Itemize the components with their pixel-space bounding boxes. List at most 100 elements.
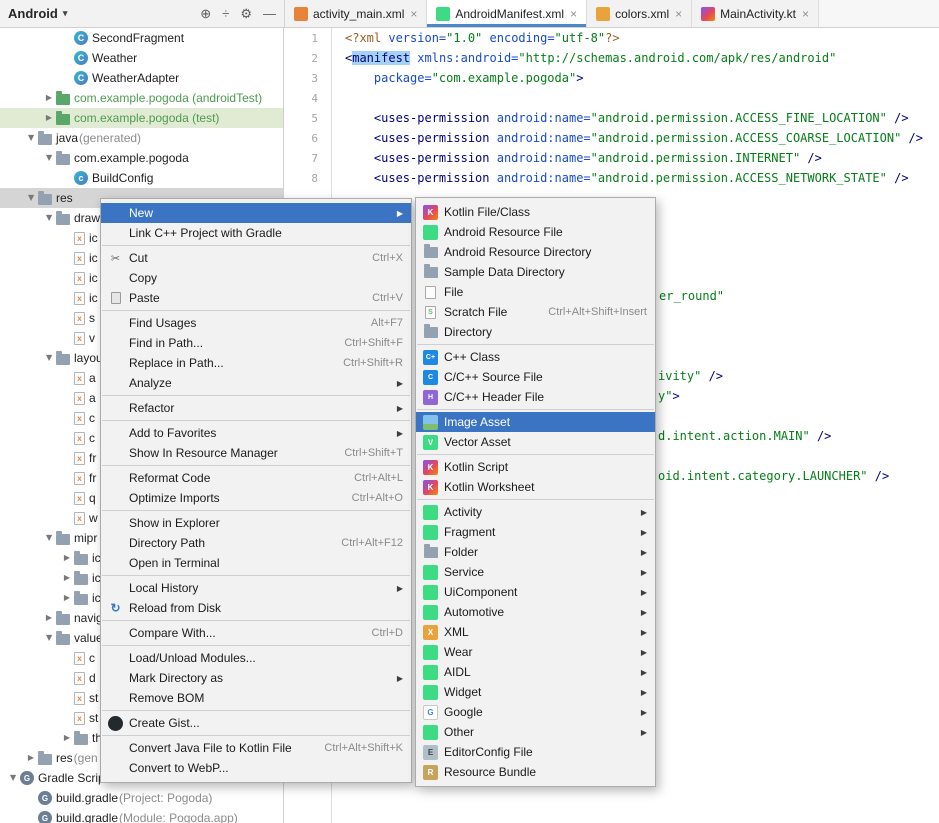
submenu-item-other[interactable]: Other▶ xyxy=(416,722,655,742)
menu-item-convert-java-file-to-kotlin-file[interactable]: Convert Java File to Kotlin FileCtrl+Alt… xyxy=(101,738,411,758)
menu-item-new[interactable]: New▶ xyxy=(101,203,411,223)
tree-item-label: navig xyxy=(74,611,103,625)
menu-item-show-in-resource-manager[interactable]: Show In Resource ManagerCtrl+Shift+T xyxy=(101,443,411,463)
expand-arrow-icon[interactable]: ▶ xyxy=(24,754,38,762)
tab-close-icon[interactable]: × xyxy=(675,7,682,21)
submenu-item-sample-data-directory[interactable]: Sample Data Directory xyxy=(416,262,655,282)
expand-arrow-icon[interactable]: ▶ xyxy=(60,574,74,582)
submenu-item-widget[interactable]: Widget▶ xyxy=(416,682,655,702)
submenu-item-fragment[interactable]: Fragment▶ xyxy=(416,522,655,542)
project-view-selector[interactable]: Android ▾ xyxy=(8,6,67,21)
menu-item-paste[interactable]: PasteCtrl+V xyxy=(101,288,411,308)
tree-item-label: v xyxy=(89,331,95,345)
submenu-item-c-class[interactable]: C+C++ Class xyxy=(416,347,655,367)
submenu-item-file[interactable]: File xyxy=(416,282,655,302)
submenu-item-scratch-file[interactable]: SScratch FileCtrl+Alt+Shift+Insert xyxy=(416,302,655,322)
submenu-item-editorconfig-file[interactable]: EEditorConfig File xyxy=(416,742,655,762)
submenu-item-c-c-header-file[interactable]: HC/C++ Header File xyxy=(416,387,655,407)
tree-item-java-generated[interactable]: ▶java (generated) xyxy=(0,128,283,148)
tree-item-build-gradle-project-pogoda[interactable]: Gbuild.gradle (Project: Pogoda) xyxy=(0,788,283,808)
menu-item-optimize-imports[interactable]: Optimize ImportsCtrl+Alt+O xyxy=(101,488,411,508)
tree-item-weatheradapter[interactable]: CWeatherAdapter xyxy=(0,68,283,88)
submenu-item-vector-asset[interactable]: VVector Asset xyxy=(416,432,655,452)
submenu-item-kotlin-file-class[interactable]: KKotlin File/Class xyxy=(416,202,655,222)
submenu-item-android-resource-directory[interactable]: Android Resource Directory xyxy=(416,242,655,262)
submenu-item-c-c-source-file[interactable]: CC/C++ Source File xyxy=(416,367,655,387)
tab-close-icon[interactable]: × xyxy=(802,7,809,21)
submenu-item-directory[interactable]: Directory xyxy=(416,322,655,342)
expand-arrow-icon[interactable]: ▶ xyxy=(42,94,56,102)
tree-item-build-gradle-module-pogoda-app[interactable]: Gbuild.gradle (Module: Pogoda.app) xyxy=(0,808,283,823)
collapse-arrow-icon[interactable]: ▶ xyxy=(9,771,17,785)
tree-item-com-example-pogoda-test[interactable]: ▶com.example.pogoda (test) xyxy=(0,108,283,128)
menu-item-compare-with[interactable]: Compare With...Ctrl+D xyxy=(101,623,411,643)
collapse-arrow-icon[interactable]: ▶ xyxy=(45,211,53,225)
submenu-item-activity[interactable]: Activity▶ xyxy=(416,502,655,522)
submenu-item-wear[interactable]: Wear▶ xyxy=(416,642,655,662)
menu-item-reformat-code[interactable]: Reformat CodeCtrl+Alt+L xyxy=(101,468,411,488)
tab-colors-xml[interactable]: colors.xml× xyxy=(587,0,692,27)
submenu-item-uicomponent[interactable]: UiComponent▶ xyxy=(416,582,655,602)
collapse-arrow-icon[interactable]: ▶ xyxy=(45,531,53,545)
menu-item-add-to-favorites[interactable]: Add to Favorites▶ xyxy=(101,423,411,443)
menu-item-find-usages[interactable]: Find UsagesAlt+F7 xyxy=(101,313,411,333)
collapse-arrow-icon[interactable]: ▶ xyxy=(27,131,35,145)
collapse-all-icon[interactable]: ÷ xyxy=(222,7,229,20)
code-fragment: ivity" /> xyxy=(658,366,723,386)
submenu-item-image-asset[interactable]: Image Asset xyxy=(416,412,655,432)
submenu-item-automotive[interactable]: Automotive▶ xyxy=(416,602,655,622)
tab-activity-main-xml[interactable]: activity_main.xml× xyxy=(285,0,427,27)
menu-item-remove-bom[interactable]: Remove BOM xyxy=(101,688,411,708)
menu-item-load-unload-modules[interactable]: Load/Unload Modules... xyxy=(101,648,411,668)
submenu-item-xml[interactable]: XXML▶ xyxy=(416,622,655,642)
menu-item-reload-from-disk[interactable]: ↻Reload from Disk xyxy=(101,598,411,618)
menu-item-show-in-explorer[interactable]: Show in Explorer xyxy=(101,513,411,533)
collapse-arrow-icon[interactable]: ▶ xyxy=(45,631,53,645)
tree-item-com-example-pogoda[interactable]: ▶com.example.pogoda xyxy=(0,148,283,168)
submenu-item-service[interactable]: Service▶ xyxy=(416,562,655,582)
expand-arrow-icon[interactable]: ▶ xyxy=(60,734,74,742)
tree-item-buildconfig[interactable]: cBuildConfig xyxy=(0,168,283,188)
expand-arrow-icon[interactable]: ▶ xyxy=(60,594,74,602)
submenu-item-resource-bundle[interactable]: RResource Bundle xyxy=(416,762,655,782)
submenu-item-folder[interactable]: Folder▶ xyxy=(416,542,655,562)
submenu-item-kotlin-worksheet[interactable]: KKotlin Worksheet xyxy=(416,477,655,497)
settings-gear-icon[interactable]: ⚙ xyxy=(240,7,252,20)
menu-item-open-in-terminal[interactable]: Open in Terminal xyxy=(101,553,411,573)
tree-item-weather[interactable]: CWeather xyxy=(0,48,283,68)
locate-file-icon[interactable]: ⊕ xyxy=(200,7,211,20)
menu-item-local-history[interactable]: Local History▶ xyxy=(101,578,411,598)
submenu-item-kotlin-script[interactable]: KKotlin Script xyxy=(416,457,655,477)
menu-item-label: Find Usages xyxy=(125,316,196,330)
menu-item-convert-to-webp[interactable]: Convert to WebP... xyxy=(101,758,411,778)
submenu-item-aidl[interactable]: AIDL▶ xyxy=(416,662,655,682)
collapse-arrow-icon[interactable]: ▶ xyxy=(45,351,53,365)
menu-item-label: Automotive xyxy=(440,605,504,619)
expand-arrow-icon[interactable]: ▶ xyxy=(42,614,56,622)
menu-item-copy[interactable]: Copy xyxy=(101,268,411,288)
hide-panel-icon[interactable]: — xyxy=(263,7,276,20)
expand-arrow-icon[interactable]: ▶ xyxy=(42,114,56,122)
tab-close-icon[interactable]: × xyxy=(410,7,417,21)
code-fragment: y"> xyxy=(658,386,680,406)
tree-item-com-example-pogoda-androidtest[interactable]: ▶com.example.pogoda (androidTest) xyxy=(0,88,283,108)
menu-item-analyze[interactable]: Analyze▶ xyxy=(101,373,411,393)
menu-item-mark-directory-as[interactable]: Mark Directory as▶ xyxy=(101,668,411,688)
menu-item-refactor[interactable]: Refactor▶ xyxy=(101,398,411,418)
tab-close-icon[interactable]: × xyxy=(570,7,577,21)
tab-androidmanifest-xml[interactable]: AndroidManifest.xml× xyxy=(427,0,587,27)
collapse-arrow-icon[interactable]: ▶ xyxy=(27,191,35,205)
menu-item-label: Android Resource Directory xyxy=(440,245,591,259)
menu-item-link-c-project-with-gradle[interactable]: Link C++ Project with Gradle xyxy=(101,223,411,243)
menu-item-cut[interactable]: ✂CutCtrl+X xyxy=(101,248,411,268)
tab-mainactivity-kt[interactable]: MainActivity.kt× xyxy=(692,0,819,27)
tree-item-secondfragment[interactable]: CSecondFragment xyxy=(0,28,283,48)
menu-item-find-in-path[interactable]: Find in Path...Ctrl+Shift+F xyxy=(101,333,411,353)
submenu-item-android-resource-file[interactable]: Android Resource File xyxy=(416,222,655,242)
expand-arrow-icon[interactable]: ▶ xyxy=(60,554,74,562)
menu-item-replace-in-path[interactable]: Replace in Path...Ctrl+Shift+R xyxy=(101,353,411,373)
menu-item-create-gist[interactable]: Create Gist... xyxy=(101,713,411,733)
collapse-arrow-icon[interactable]: ▶ xyxy=(45,151,53,165)
menu-item-directory-path[interactable]: Directory PathCtrl+Alt+F12 xyxy=(101,533,411,553)
submenu-item-google[interactable]: GGoogle▶ xyxy=(416,702,655,722)
